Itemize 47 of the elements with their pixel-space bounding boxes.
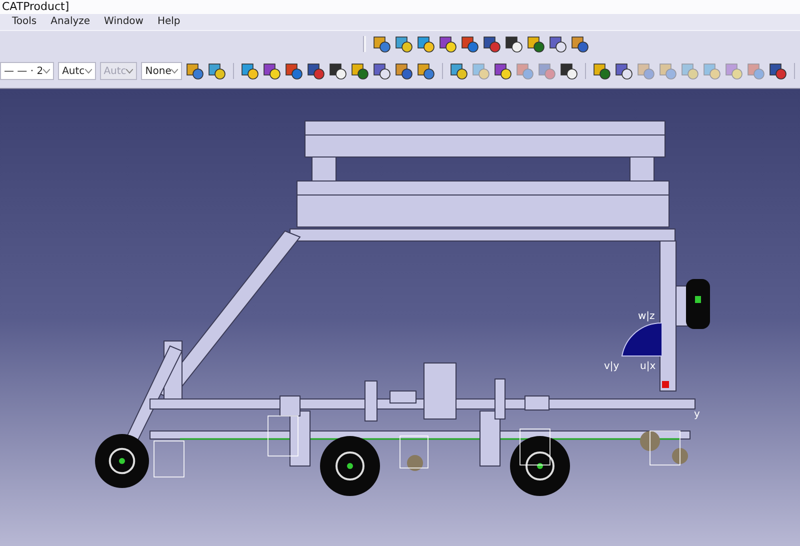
toolbar-icon[interactable]: [263, 62, 282, 80]
compass-origin-marker[interactable]: [662, 381, 669, 388]
toolbar-icon[interactable]: [241, 62, 260, 80]
toolbar-icon[interactable]: [461, 35, 479, 53]
toolbar-icon[interactable]: [439, 35, 457, 53]
toolbar-icon[interactable]: [307, 62, 326, 80]
axis-label: y: [694, 409, 700, 420]
toolbar-icon[interactable]: [615, 62, 634, 80]
dropdown[interactable]: — — · 2: [0, 62, 54, 80]
caret-icon: [171, 68, 178, 74]
axis-label: v|y: [604, 361, 620, 372]
3d-viewport[interactable]: w|z v|y u|x y: [0, 89, 800, 546]
toolbar-icon[interactable]: [208, 62, 226, 80]
caret-icon: [84, 68, 92, 74]
toolbar-icon[interactable]: [593, 62, 612, 80]
toolbar-icon[interactable]: [527, 35, 545, 53]
toolbar-icon[interactable]: [395, 62, 414, 80]
cart-machine-drawing[interactable]: [95, 120, 710, 496]
toolbar-icon[interactable]: [285, 62, 304, 80]
toolbar-icon[interactable]: [494, 62, 512, 80]
toolbar-icon[interactable]: [483, 35, 501, 53]
toolbar-icon[interactable]: [450, 62, 468, 80]
window-title: CATProduct]: [2, 0, 70, 13]
toolbar-icon[interactable]: [417, 35, 435, 53]
toolbar-icon[interactable]: [186, 62, 204, 80]
toolbar-icon[interactable]: [549, 35, 567, 53]
toolbar-icon[interactable]: [417, 62, 436, 80]
menu-item[interactable]: Window: [104, 14, 144, 30]
toolbar-icon[interactable]: [505, 35, 523, 53]
toolbar-icon[interactable]: [373, 62, 392, 80]
dropdown[interactable]: Autc: [58, 62, 96, 80]
caret-icon: [43, 68, 50, 74]
axis-label: w|z: [638, 311, 655, 322]
menu-item[interactable]: Tools: [12, 14, 37, 30]
compass-quadrant[interactable]: [622, 322, 662, 356]
toolbar-icon[interactable]: [351, 62, 370, 80]
toolbar-icon[interactable]: [571, 35, 589, 53]
caret-icon: [126, 68, 134, 74]
toolbar-icon[interactable]: [769, 62, 788, 80]
menu-item[interactable]: Analyze: [50, 14, 90, 30]
toolbar-icon[interactable]: [329, 62, 348, 80]
axis-label: u|x: [640, 361, 656, 372]
toolbar-icon[interactable]: [560, 62, 578, 80]
toolbar-icon[interactable]: [395, 35, 413, 53]
toolbar-icon[interactable]: [373, 35, 391, 53]
dropdown[interactable]: None: [141, 62, 182, 80]
menu-item[interactable]: Help: [157, 14, 180, 30]
